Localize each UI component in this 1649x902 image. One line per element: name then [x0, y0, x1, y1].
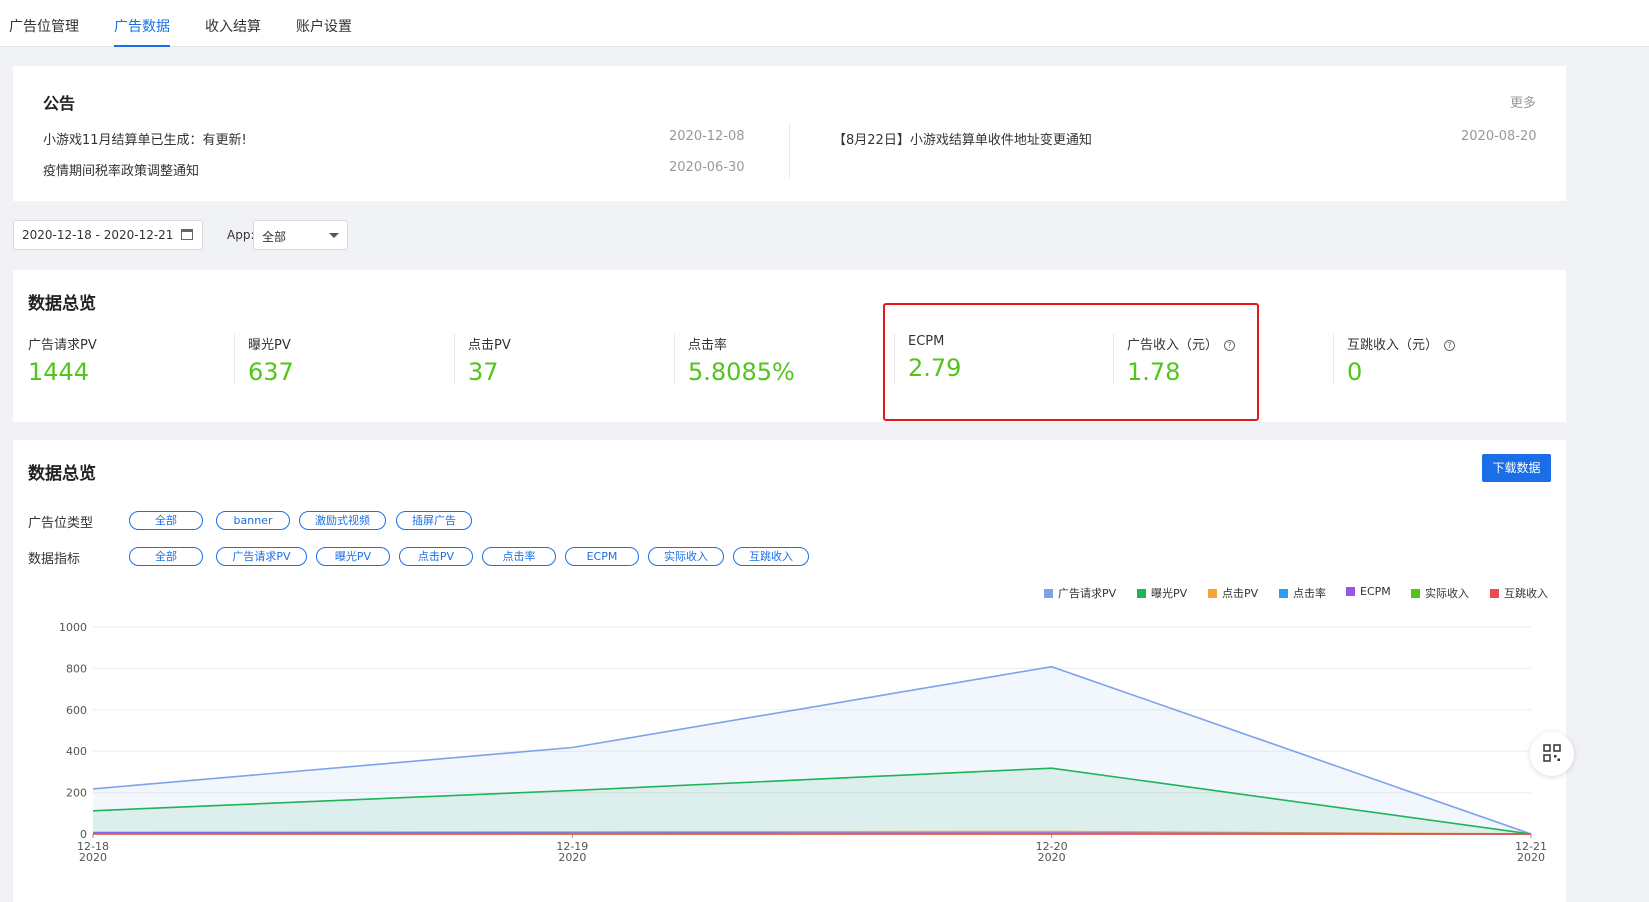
divider [1333, 334, 1334, 384]
more-link[interactable]: 更多 [1510, 92, 1536, 111]
metric-value: 1444 [28, 358, 90, 386]
notice-title: 公告 [43, 94, 76, 113]
metric-label: 广告请求PV [28, 338, 97, 353]
metric-value: 0 [1347, 358, 1363, 386]
area-chart: 0200400600800100012-18202012-19202012-20… [59, 621, 1547, 864]
date-range-value: 2020-12-18 - 2020-12-21 [22, 228, 174, 242]
tab-ad-slot-management[interactable]: 广告位管理 [9, 16, 79, 47]
x-tick-sublabel: 2020 [558, 851, 586, 864]
tab-account-settings[interactable]: 账户设置 [296, 16, 352, 47]
x-tick-sublabel: 2020 [79, 851, 107, 864]
notice-card: 公告 更多 小游戏11月结算单已生成：有更新! 2020-12-08 疫情期间税… [13, 66, 1566, 201]
chevron-down-icon [329, 233, 339, 238]
metric-label: 互跳收入（元） [1347, 338, 1439, 353]
metric-label: 点击率 [688, 338, 728, 353]
notice-item[interactable]: 小游戏11月结算单已生成：有更新! [43, 129, 247, 148]
y-tick-label: 600 [66, 704, 87, 717]
help-icon[interactable]: ? [1444, 340, 1456, 351]
metric-impression-pv: 曝光PV 637 [234, 334, 294, 386]
divider [789, 124, 790, 178]
divider [234, 334, 235, 384]
divider [674, 334, 675, 384]
metric-ad-request-pv: 广告请求PV 1444 [28, 334, 97, 386]
x-tick-sublabel: 2020 [1038, 851, 1066, 864]
overview-title: 数据总览 [28, 294, 96, 314]
app-select[interactable]: 全部 [253, 220, 348, 250]
qr-code-icon [1543, 744, 1561, 762]
x-tick-sublabel: 2020 [1517, 851, 1545, 864]
app-select-value: 全部 [262, 230, 287, 244]
tab-revenue-settlement[interactable]: 收入结算 [205, 16, 261, 47]
highlight-box [883, 303, 1259, 421]
metric-jump-revenue: 互跳收入（元）? 0 [1333, 334, 1456, 386]
metric-label: 点击PV [468, 338, 511, 353]
qr-code-button[interactable] [1530, 732, 1574, 776]
top-navigation: 广告位管理 广告数据 收入结算 账户设置 [0, 0, 1649, 47]
data-overview-card: 数据总览 广告请求PV 1444 曝光PV 637 点击PV 37 点击率 5.… [13, 270, 1566, 422]
metric-value: 637 [248, 358, 294, 386]
y-tick-label: 400 [66, 745, 87, 758]
notice-item[interactable]: 【8月22日】小游戏结算单收件地址变更通知 [833, 129, 1092, 148]
tab-ad-data[interactable]: 广告数据 [114, 16, 170, 47]
metric-value: 37 [468, 358, 499, 386]
app-filter-label: App: [227, 228, 255, 242]
chart-card: 数据总览 下载数据 广告位类型 全部 banner 激励式视频 插屏广告 数据指… [13, 440, 1566, 902]
notice-date: 2020-12-08 [669, 129, 745, 144]
date-range-picker[interactable]: 2020-12-18 - 2020-12-21 [13, 220, 203, 250]
notice-date: 2020-08-20 [1461, 129, 1537, 144]
y-tick-label: 200 [66, 787, 87, 800]
metric-label: 曝光PV [248, 338, 291, 353]
y-tick-label: 1000 [59, 621, 87, 634]
notice-date: 2020-06-30 [669, 160, 745, 175]
y-tick-label: 800 [66, 662, 87, 675]
notice-item[interactable]: 疫情期间税率政策调整通知 [43, 160, 199, 179]
metric-click-pv: 点击PV 37 [454, 334, 511, 386]
metric-value: 5.8085% [688, 358, 795, 386]
metric-ctr: 点击率 5.8085% [674, 334, 795, 386]
calendar-icon [181, 229, 193, 240]
divider [454, 334, 455, 384]
